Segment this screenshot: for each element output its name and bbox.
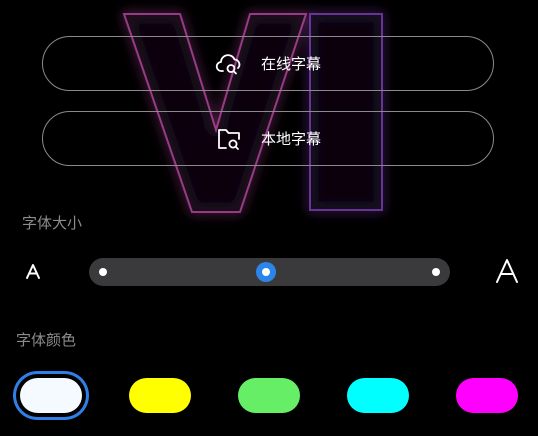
small-a-icon[interactable] [24,262,42,280]
local-subtitles-label: 本地字幕 [260,130,321,148]
color-swatch-yellow[interactable] [129,378,191,413]
color-swatch-magenta[interactable] [456,378,518,413]
color-swatch-white[interactable] [20,378,82,413]
cloud-search-icon [215,50,243,78]
slider-thumb[interactable] [256,262,276,282]
slider-min-tick [99,268,107,276]
font-color-heading: 字体颜色 [16,331,77,349]
font-size-slider[interactable] [89,258,450,286]
local-subtitles-button[interactable]: 本地字幕 [42,111,494,166]
folder-search-icon [215,125,243,153]
large-a-icon[interactable] [494,258,520,284]
online-subtitles-label: 在线字幕 [260,55,321,73]
online-subtitles-button[interactable]: 在线字幕 [42,36,494,91]
slider-max-tick [432,268,440,276]
color-swatch-green[interactable] [238,378,300,413]
subtitle-settings-panel: 在线字幕 本地字幕 字体大小 字体颜色 [0,0,538,436]
color-swatch-cyan[interactable] [347,378,409,413]
font-size-heading: 字体大小 [22,214,83,232]
